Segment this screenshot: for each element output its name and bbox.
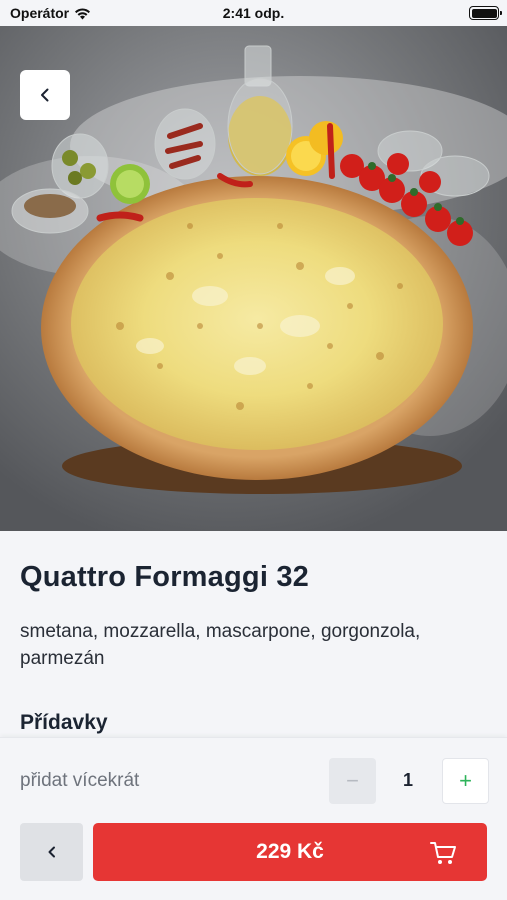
decrease-quantity-button[interactable]: − [329, 758, 376, 804]
minus-icon: − [346, 768, 359, 793]
product-image [0, 26, 507, 531]
product-title: Quattro Formaggi 32 [20, 561, 309, 593]
status-bar: Operátor 2:41 odp. [0, 0, 507, 26]
battery-icon [469, 6, 502, 20]
product-details: Quattro Formaggi 32 smetana, mozzarella,… [0, 531, 507, 741]
price-label: 229 Kč [256, 840, 324, 863]
chevron-left-icon [41, 88, 49, 102]
product-description: smetana, mozzarella, mascarpone, gorgonz… [20, 621, 421, 669]
back-button[interactable] [20, 70, 70, 120]
increase-quantity-button[interactable]: + [442, 758, 489, 804]
plus-icon: + [459, 768, 472, 793]
add-multiple-label: přidat vícekrát [20, 770, 140, 791]
add-to-cart-button[interactable]: 229 Kč [93, 823, 487, 881]
chevron-left-icon [48, 846, 55, 858]
cart-icon [430, 842, 456, 864]
order-bar: přidat vícekrát − 1 + 229 Kč [0, 737, 507, 900]
pizza-photo [0, 26, 507, 531]
quantity-value: 1 [402, 770, 413, 790]
status-time: 2:41 odp. [222, 5, 285, 21]
addons-heading: Přídavky [20, 711, 108, 734]
previous-button[interactable] [20, 823, 83, 881]
